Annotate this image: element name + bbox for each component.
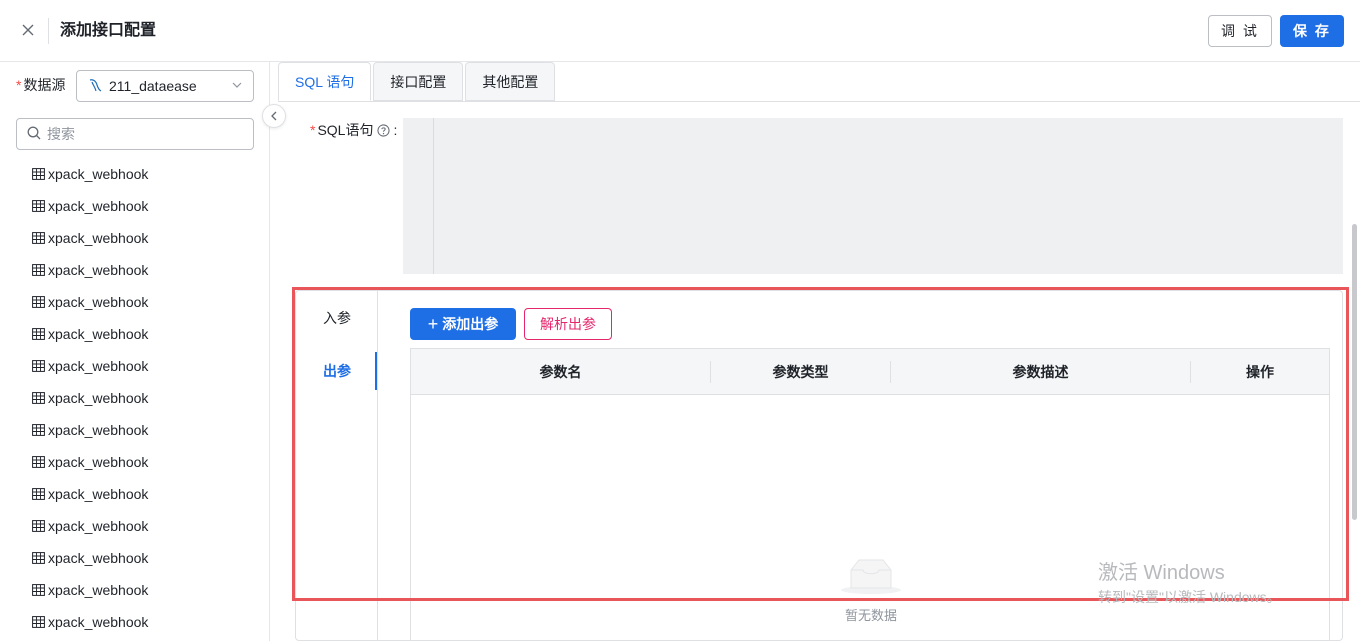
table-icon [32, 328, 48, 340]
table-list-item[interactable]: xpack_webhook [32, 222, 262, 254]
header-divider [48, 18, 49, 44]
empty-text: 暂无数据 [844, 608, 897, 623]
table-list-item[interactable]: xpack_webhook [32, 606, 262, 638]
table-name: xpack_webhook [48, 166, 149, 182]
table-name: xpack_webhook [48, 454, 149, 470]
vertical-scrollbar[interactable] [1352, 224, 1357, 520]
param-side-tabs: 入参 出参 [296, 291, 378, 641]
table-list-item[interactable]: xpack_webhook [32, 574, 262, 606]
save-button[interactable]: 保 存 [1280, 15, 1344, 47]
dialog-header: 添加接口配置 调 试 保 存 [0, 0, 1360, 62]
table-list-item[interactable]: xpack_webhook [32, 254, 262, 286]
table-list-item[interactable]: xpack_webhook [32, 446, 262, 478]
mysql-icon [87, 77, 103, 96]
datasource-value: 211_dataease [109, 78, 197, 94]
datasource-select[interactable]: 211_dataease [76, 70, 254, 102]
table-name: xpack_webhook [48, 550, 149, 566]
table-name: xpack_webhook [48, 326, 149, 342]
table-name: xpack_webhook [48, 582, 149, 598]
table-list: xpack_webhook xpack_webhook xpack_webhook x… [32, 158, 262, 638]
table-icon [32, 552, 48, 564]
table-name: xpack_webhook [48, 518, 149, 534]
table-icon [32, 584, 48, 596]
table-list-item[interactable]: xpack_webhook [32, 350, 262, 382]
table-name: xpack_webhook [48, 486, 149, 502]
collapse-panel-button[interactable] [262, 104, 286, 128]
table-name: xpack_webhook [48, 198, 149, 214]
table-list-item[interactable]: xpack_webhook [32, 286, 262, 318]
table-icon [32, 168, 48, 180]
table-header: 参数名 参数类型 参数描述 操作 [411, 349, 1329, 395]
tab-input-params[interactable]: 入参 [296, 299, 378, 337]
tab-output-params[interactable]: 出参 [296, 352, 378, 390]
table-icon [32, 296, 48, 308]
table-list-item[interactable]: xpack_webhook [32, 190, 262, 222]
table-icon [32, 424, 48, 436]
table-list-item[interactable]: xpack_webhook [32, 542, 262, 574]
help-icon[interactable] [377, 123, 391, 137]
column-header-param-type: 参数类型 [711, 360, 891, 383]
table-icon [32, 616, 48, 628]
sql-label: * SQL语句 : [310, 122, 398, 138]
datasource-label: * 数据源 [16, 77, 66, 93]
config-tabs: SQL 语句 接口配置 其他配置 [278, 62, 557, 102]
search-box[interactable] [16, 118, 254, 150]
active-tab-indicator [375, 352, 377, 390]
tabs-divider [278, 101, 1360, 102]
table-icon [32, 200, 48, 212]
table-name: xpack_webhook [48, 262, 149, 278]
table-list-item[interactable]: xpack_webhook [32, 158, 262, 190]
table-icon [32, 488, 48, 500]
debug-button[interactable]: 调 试 [1208, 15, 1272, 47]
tab-other-config[interactable]: 其他配置 [465, 62, 556, 101]
windows-activation-watermark: 激活 Windows 转到"设置"以激活 Windows。 [1098, 562, 1281, 605]
table-list-item[interactable]: xpack_webhook [32, 510, 262, 542]
table-list-item[interactable]: xpack_webhook [32, 318, 262, 350]
tab-interface-config[interactable]: 接口配置 [373, 62, 464, 101]
search-icon [27, 126, 41, 143]
table-name: xpack_webhook [48, 230, 149, 246]
column-header-actions: 操作 [1246, 363, 1274, 380]
table-list-item[interactable]: xpack_webhook [32, 478, 262, 510]
add-output-param-button[interactable]: + 添加出参 [410, 308, 516, 340]
chevron-down-icon [231, 79, 243, 94]
sql-editor-gutter [403, 118, 434, 274]
table-icon [32, 392, 48, 404]
sql-editor[interactable] [403, 118, 1343, 274]
table-list-item[interactable]: xpack_webhook [32, 414, 262, 446]
table-name: xpack_webhook [48, 294, 149, 310]
search-input[interactable] [47, 126, 227, 142]
table-name: xpack_webhook [48, 422, 149, 438]
empty-box-icon [839, 554, 903, 599]
column-header-param-desc: 参数描述 [891, 360, 1191, 383]
plus-icon: + [427, 314, 439, 334]
table-icon [32, 520, 48, 532]
datasource-panel: *数据源 211_dataease xpack_webhookxpack_web… [0, 62, 270, 641]
table-icon [32, 232, 48, 244]
table-icon [32, 360, 48, 372]
page-title: 添加接口配置 [60, 22, 157, 39]
table-name: xpack_webhook [48, 614, 149, 630]
close-icon[interactable] [16, 18, 40, 42]
table-name: xpack_webhook [48, 358, 149, 374]
table-icon [32, 456, 48, 468]
table-list-item[interactable]: xpack_webhook [32, 382, 262, 414]
column-header-param-name: 参数名 [411, 360, 711, 383]
parse-output-param-button[interactable]: 解析出参 [524, 308, 612, 340]
table-icon [32, 264, 48, 276]
table-name: xpack_webhook [48, 390, 149, 406]
tab-sql[interactable]: SQL 语句 [278, 62, 372, 101]
